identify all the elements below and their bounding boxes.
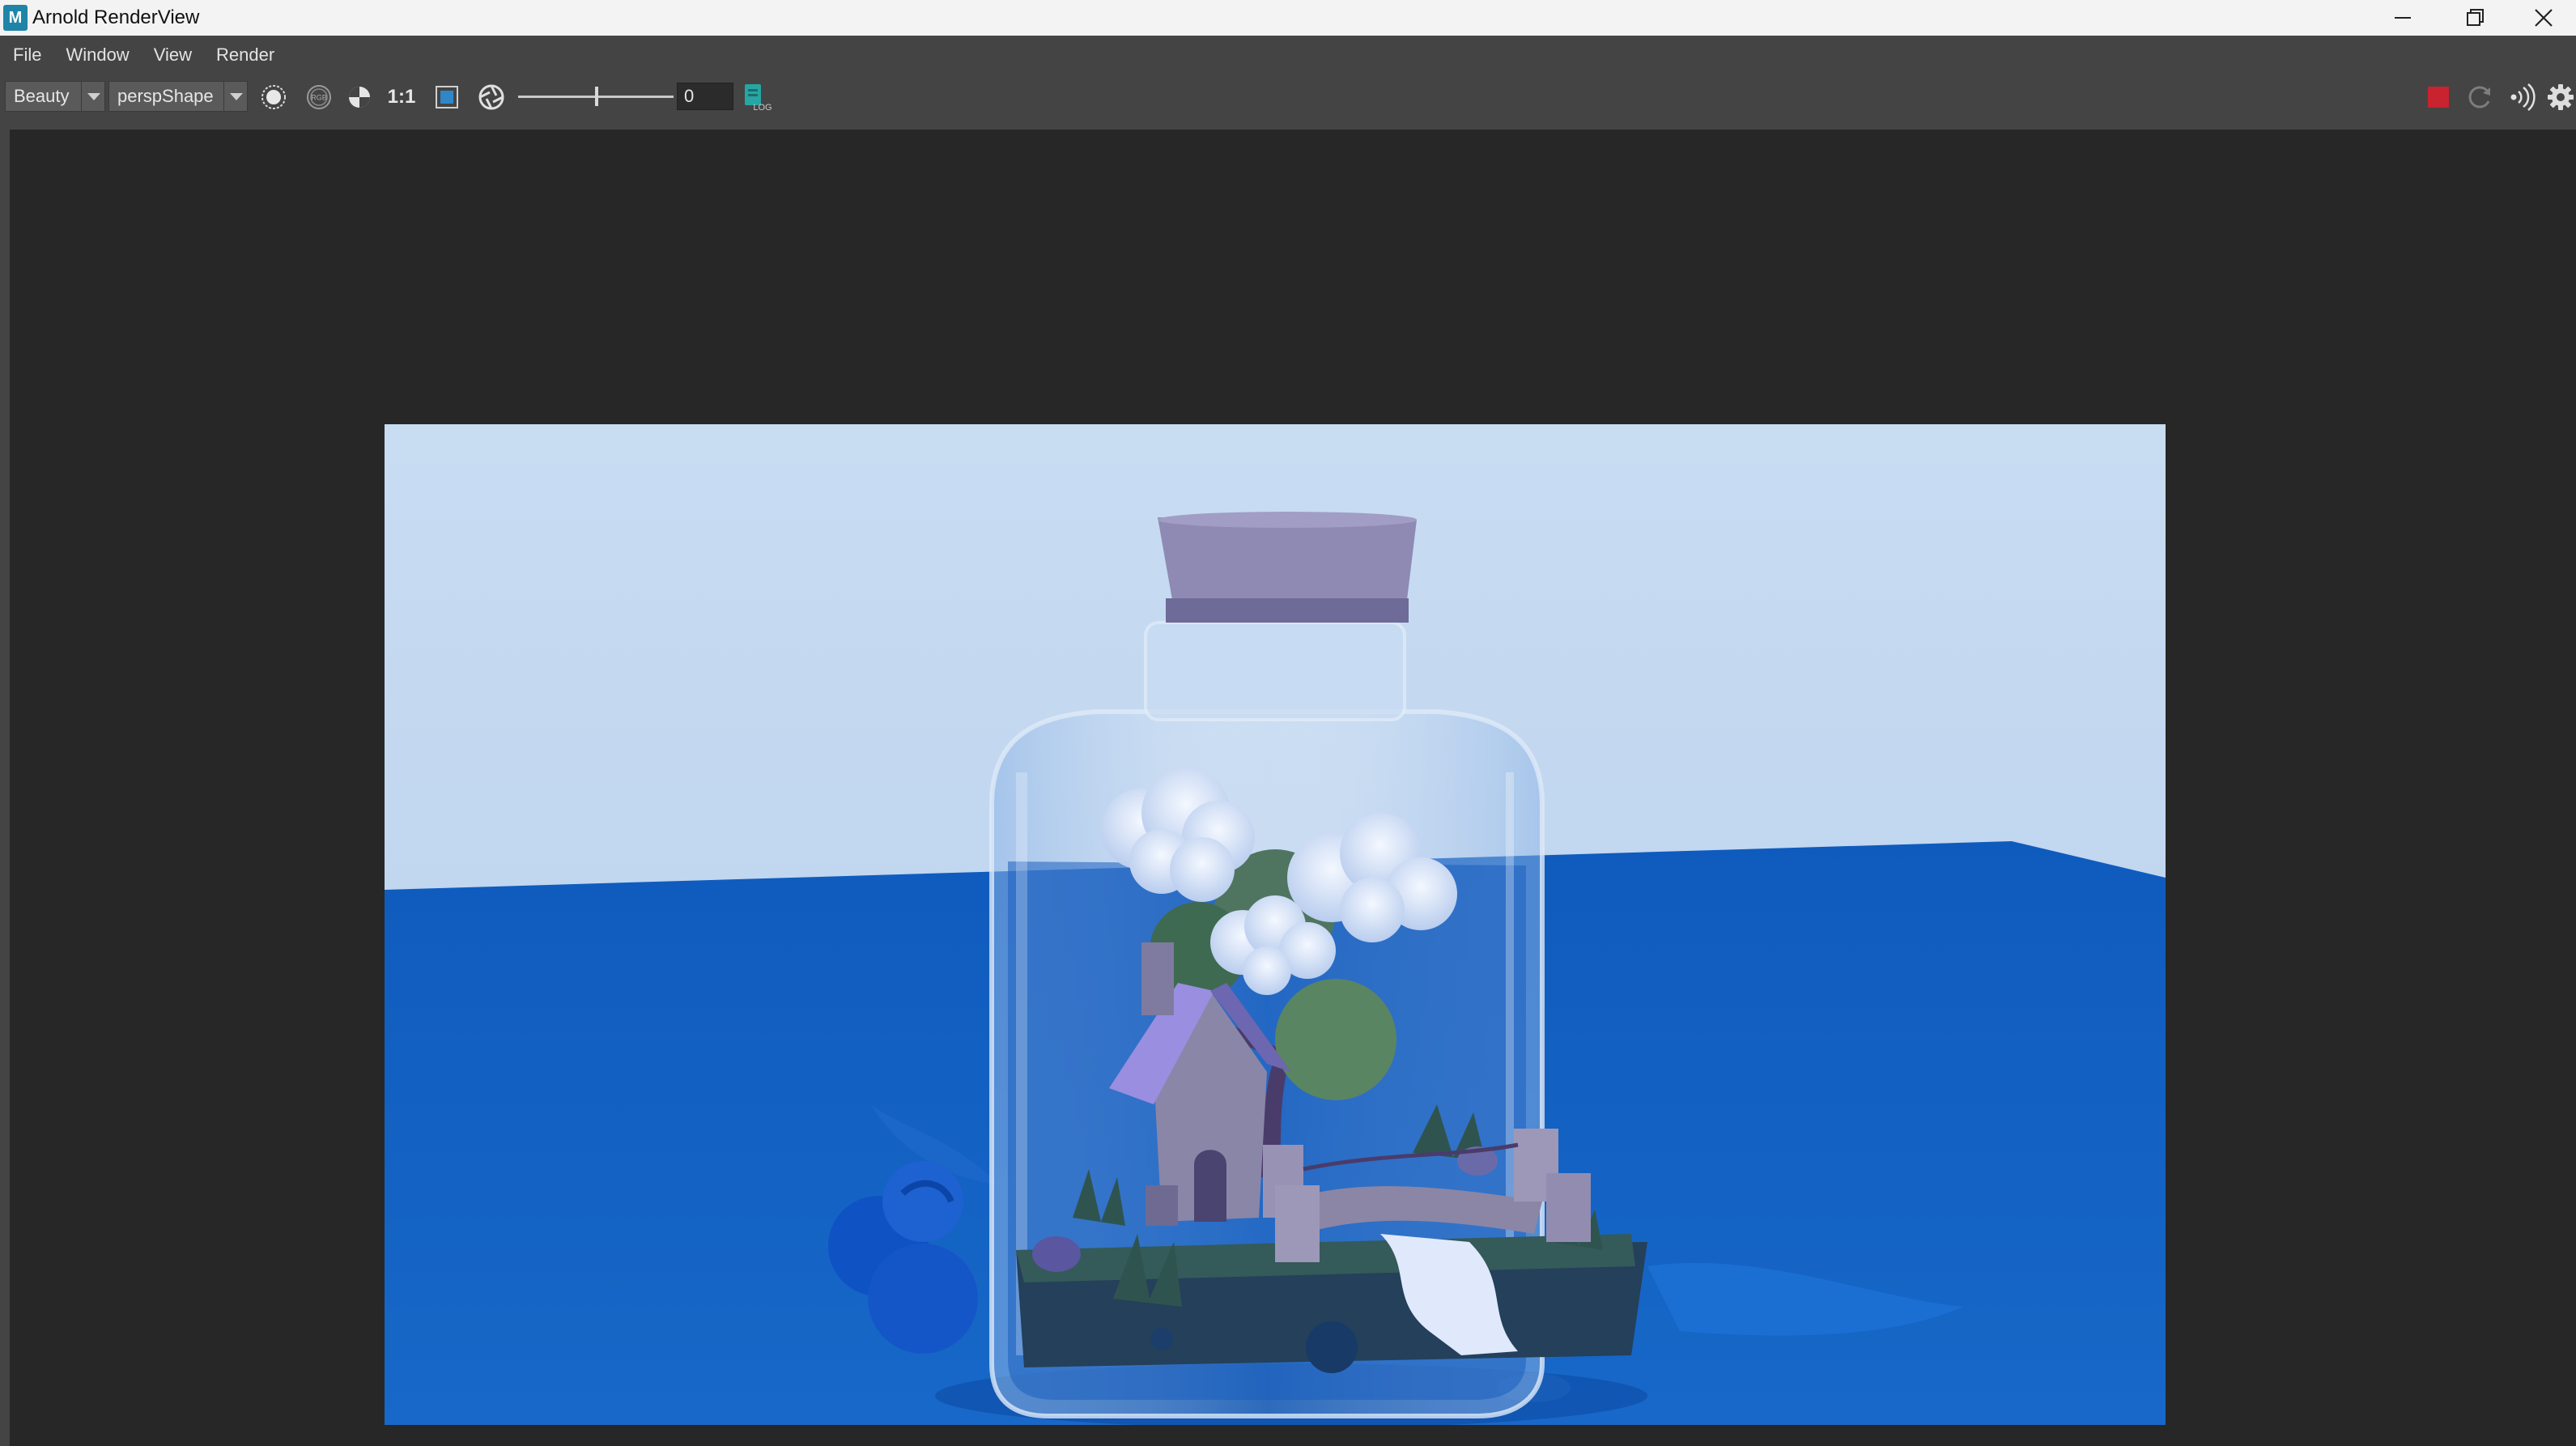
lens-icon — [478, 84, 504, 110]
aov-dropdown[interactable]: Beauty — [5, 81, 105, 112]
log-button[interactable]: LOG — [743, 83, 777, 113]
restore-icon — [2467, 9, 2484, 26]
close-button[interactable] — [2511, 0, 2576, 36]
window-title: Arnold RenderView — [32, 6, 200, 28]
menu-bar: File Window View Render — [0, 36, 2576, 74]
menu-file[interactable]: File — [0, 45, 53, 66]
svg-text:RGB: RGB — [311, 94, 327, 102]
ipr-button[interactable] — [2505, 74, 2540, 120]
refresh-button[interactable] — [2464, 74, 2497, 120]
close-icon — [2535, 9, 2553, 27]
menu-view[interactable]: View — [141, 45, 203, 66]
chevron-down-icon — [81, 82, 104, 111]
rgb-button[interactable]: RGB — [301, 74, 337, 120]
render-viewport[interactable] — [10, 130, 2576, 1446]
menu-render[interactable]: Render — [203, 45, 286, 66]
frame-icon — [436, 86, 458, 108]
restore-button[interactable] — [2438, 0, 2513, 36]
camera-dropdown[interactable]: perspShape — [108, 81, 248, 112]
exposure-slider-handle[interactable] — [595, 87, 598, 106]
refresh-icon — [2468, 86, 2490, 108]
frame-button[interactable] — [429, 74, 465, 120]
settings-button[interactable] — [2545, 74, 2576, 120]
render-image — [385, 424, 2166, 1425]
one-to-one-button[interactable]: 1:1 — [382, 74, 421, 120]
minimize-button[interactable] — [2366, 0, 2440, 36]
chevron-down-icon — [223, 82, 247, 111]
alpha-button[interactable] — [342, 74, 377, 120]
app-icon: M — [3, 5, 28, 31]
menu-window[interactable]: Window — [53, 45, 140, 66]
display-channel-button[interactable] — [256, 74, 291, 120]
stop-render-button[interactable] — [2422, 74, 2455, 120]
alpha-icon — [349, 87, 370, 108]
display-channel-icon — [261, 85, 286, 109]
toolbar: Beauty perspShape RGB 1:1 0 LOG — [0, 74, 2576, 120]
stop-render-icon — [2428, 87, 2449, 108]
exposure-input[interactable]: 0 — [677, 83, 733, 110]
log-icon: LOG — [745, 84, 772, 113]
rgb-icon: RGB — [307, 85, 331, 109]
minimize-icon — [2395, 17, 2411, 19]
lens-button[interactable] — [473, 74, 510, 120]
log-label: LOG — [753, 103, 772, 112]
aov-dropdown-value: Beauty — [14, 86, 70, 106]
settings-icon — [2548, 84, 2574, 110]
ipr-icon — [2510, 83, 2536, 111]
camera-dropdown-value: perspShape — [117, 86, 214, 106]
title-bar: M Arnold RenderView — [0, 0, 2576, 36]
